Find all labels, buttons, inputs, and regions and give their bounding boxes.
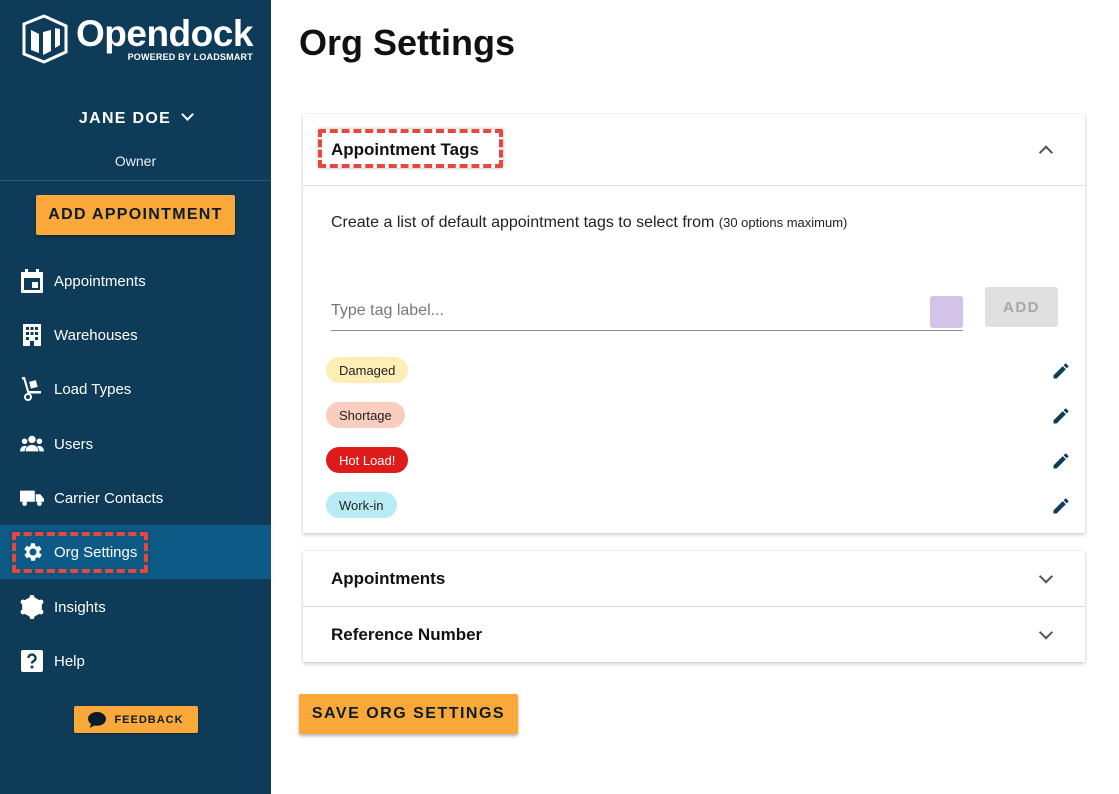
tags-limit-note: (30 options maximum): [718, 215, 848, 230]
panel-title: Appointments: [331, 568, 446, 588]
users-icon: [20, 432, 44, 456]
add-appointment-button[interactable]: ADD APPOINTMENT: [36, 195, 235, 235]
help-icon: [20, 649, 44, 673]
panel-title: Reference Number: [331, 624, 483, 644]
tag-row: Work-in: [326, 492, 1071, 520]
user-name: JANE DOE: [78, 110, 172, 127]
truck-icon: [20, 486, 44, 510]
sidebar-item-label: Warehouses: [54, 326, 138, 344]
sidebar-item-appointments[interactable]: Appointments: [0, 254, 271, 308]
appointment-tags-header[interactable]: Appointment Tags: [303, 114, 1085, 186]
user-role: Owner: [114, 153, 157, 169]
page-title: Org Settings: [299, 22, 516, 63]
sidebar-item-label: Org Settings: [54, 543, 138, 561]
brand-logo[interactable]: Opendock POWERED BY LOADSMART: [22, 14, 253, 64]
sidebar-item-load-types[interactable]: Load Types: [0, 362, 271, 416]
panel-title: Appointment Tags: [331, 139, 479, 159]
tag-chip: Hot Load!: [326, 447, 409, 473]
sidebar-item-label: Insights: [54, 598, 106, 616]
pencil-icon[interactable]: [1051, 451, 1071, 471]
graph-icon: [20, 595, 44, 619]
gear-icon: [20, 540, 44, 564]
sidebar-item-org-settings[interactable]: Org Settings: [0, 525, 271, 579]
sidebar-item-insights[interactable]: Insights: [0, 580, 271, 634]
sidebar: Opendock POWERED BY LOADSMART JANE DOE O…: [0, 0, 271, 794]
brand-name: Opendock: [76, 13, 253, 54]
opendock-logo-icon: [22, 14, 68, 64]
sidebar-item-carrier-contacts[interactable]: Carrier Contacts: [0, 471, 271, 525]
tag-color-picker[interactable]: [930, 296, 963, 328]
tag-chip: Work-in: [326, 492, 397, 518]
hand-truck-icon: [20, 377, 44, 401]
tag-row: Shortage: [326, 402, 1071, 430]
chevron-down-icon: [181, 108, 194, 121]
sidebar-item-users[interactable]: Users: [0, 417, 271, 471]
building-icon: [20, 323, 44, 347]
reference-number-panel: Reference Number: [303, 607, 1085, 662]
tag-chip: Damaged: [326, 357, 409, 383]
chevron-down-icon: [1038, 624, 1054, 640]
user-menu[interactable]: JANE DOE: [0, 108, 271, 128]
sidebar-item-label: Appointments: [54, 272, 146, 290]
tag-row: Damaged: [326, 357, 1071, 385]
sidebar-item-label: Carrier Contacts: [54, 489, 164, 507]
tag-row: Hot Load!: [326, 447, 1071, 475]
tag-chip: Shortage: [326, 402, 405, 428]
calendar-icon: [20, 269, 44, 293]
appointments-header[interactable]: Appointments: [303, 551, 1085, 607]
pencil-icon[interactable]: [1051, 496, 1071, 516]
reference-number-header[interactable]: Reference Number: [303, 607, 1085, 662]
sidebar-item-label: Users: [54, 435, 94, 453]
sidebar-item-help[interactable]: Help: [0, 634, 271, 688]
save-org-settings-button[interactable]: SAVE ORG SETTINGS: [299, 694, 518, 734]
add-tag-button[interactable]: ADD: [985, 287, 1058, 327]
chevron-up-icon: [1038, 144, 1054, 160]
chevron-down-icon: [1038, 568, 1054, 584]
appointment-tags-panel: Appointment Tags Create a list of defaul…: [303, 114, 1085, 533]
pencil-icon[interactable]: [1051, 361, 1071, 381]
sidebar-item-label: Load Types: [54, 380, 132, 398]
chat-bubble-icon: [88, 711, 107, 728]
pencil-icon[interactable]: [1051, 406, 1071, 426]
sidebar-item-label: Help: [54, 652, 85, 670]
tag-label-input[interactable]: [331, 294, 921, 328]
feedback-label: FEEDBACK: [114, 713, 184, 726]
tags-description: Create a list of default appointment tag…: [331, 214, 848, 231]
sidebar-divider: [0, 180, 271, 181]
sidebar-item-warehouses[interactable]: Warehouses: [0, 308, 271, 362]
appointments-panel: Appointments: [303, 551, 1085, 607]
feedback-button[interactable]: FEEDBACK: [74, 706, 198, 733]
tag-label-field: [331, 294, 963, 331]
